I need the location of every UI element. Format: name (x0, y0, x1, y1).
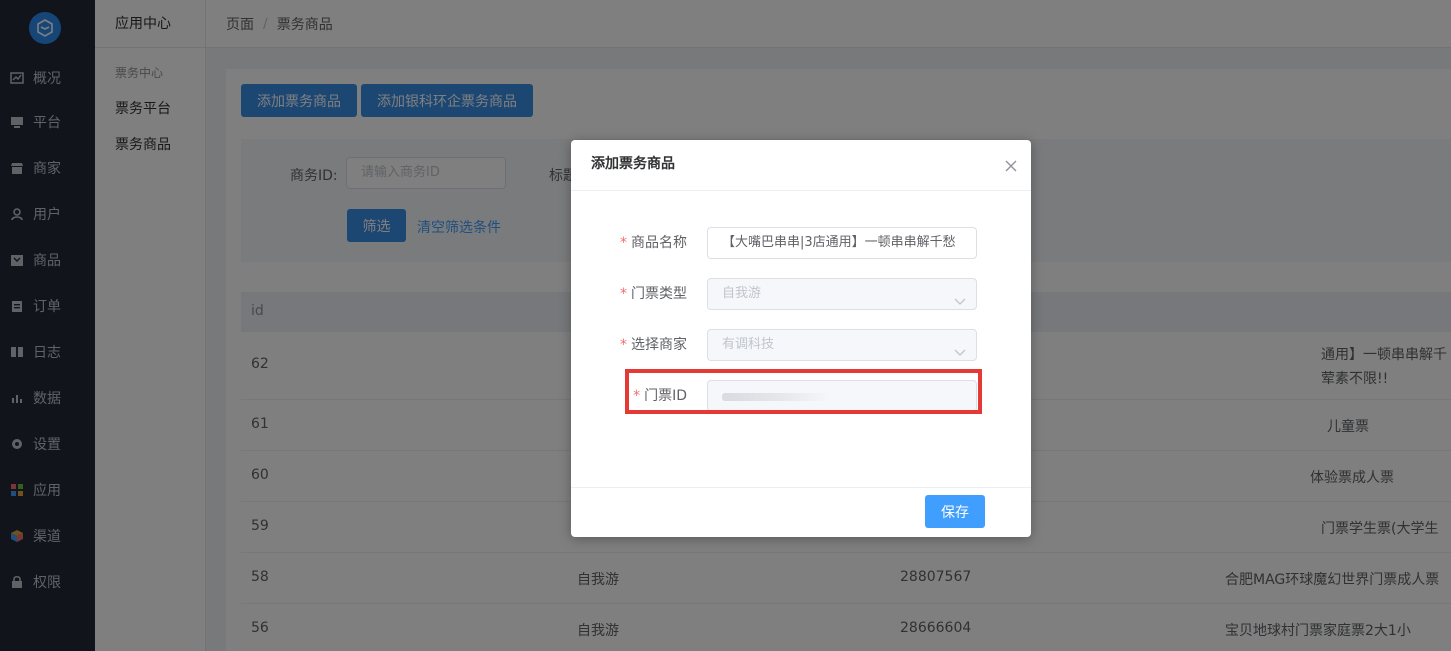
ticket-id-highlight-box (625, 369, 982, 414)
form-row-merchant: * 选择商家 有调科技 (571, 329, 1031, 361)
name-label-text: 商品名称 (631, 235, 687, 251)
save-button[interactable]: 保存 (925, 495, 985, 528)
ticket-type-label: * 门票类型 (571, 278, 687, 310)
merchant-select[interactable]: 有调科技 (707, 329, 977, 361)
ticket-type-select[interactable]: 自我游 (707, 278, 977, 310)
form-row-name: * 商品名称 【大嘴巴串串|3店通用】一顿串串解千愁 (571, 227, 1031, 259)
name-label: * 商品名称 (571, 227, 687, 259)
ticket-type-value: 自我游 (722, 286, 762, 301)
ticket-type-label-text: 门票类型 (631, 286, 687, 302)
close-icon[interactable] (1005, 160, 1017, 172)
merchant-value: 有调科技 (722, 337, 775, 352)
required-mark: * (620, 337, 627, 353)
dialog-title: 添加票务商品 (571, 140, 1031, 191)
required-mark: * (620, 286, 627, 302)
dialog-footer-divider (571, 487, 1031, 488)
name-input[interactable]: 【大嘴巴串串|3店通用】一顿串串解千愁 (707, 227, 977, 259)
required-mark: * (620, 235, 627, 251)
form-row-ticket-type: * 门票类型 自我游 (571, 278, 1031, 310)
chevron-down-icon (954, 340, 966, 360)
merchant-label-text: 选择商家 (631, 337, 687, 353)
chevron-down-icon (954, 289, 966, 309)
merchant-label: * 选择商家 (571, 329, 687, 361)
add-ticket-goods-dialog: 添加票务商品 * 商品名称 【大嘴巴串串|3店通用】一顿串串解千愁 * 门票类型 自… (571, 140, 1031, 537)
